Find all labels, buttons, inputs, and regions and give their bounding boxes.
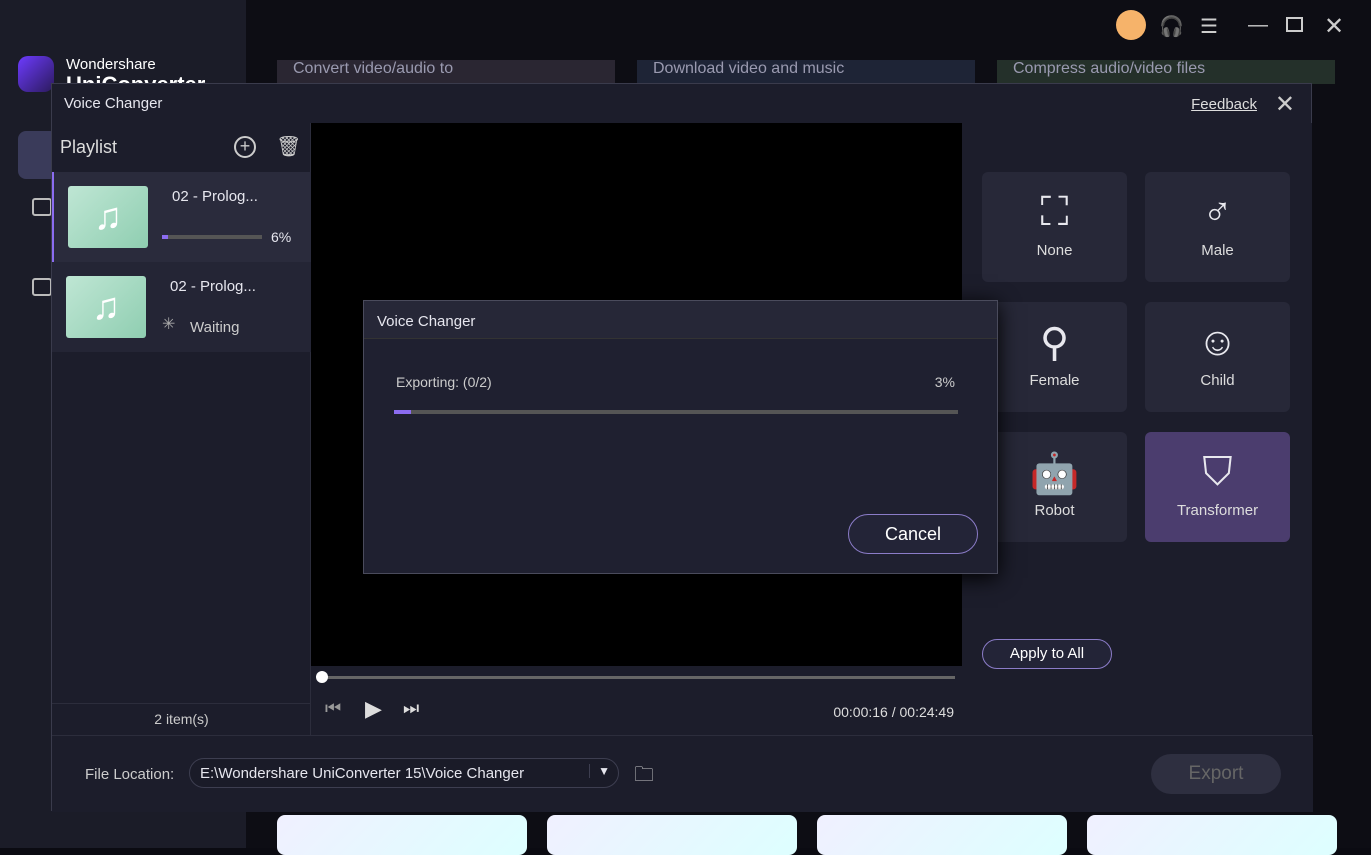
feature-card-convert[interactable]: Convert video/audio to bbox=[277, 60, 615, 84]
effect-label: Female bbox=[1029, 372, 1080, 389]
folder-icon[interactable] bbox=[32, 198, 52, 216]
footer: File Location: E:\Wondershare UniConvert… bbox=[52, 735, 1313, 812]
feature-card-compress[interactable]: Compress audio/video files bbox=[997, 60, 1335, 84]
transformer-icon: ⛉ bbox=[1202, 450, 1233, 494]
close-icon[interactable]: ✕ bbox=[1275, 90, 1295, 119]
export-button[interactable]: Export bbox=[1151, 754, 1281, 794]
list-item[interactable]: ♫ 02 - Prolog... ✳ Waiting bbox=[52, 262, 311, 352]
export-status: Exporting: (0/2) bbox=[396, 374, 492, 390]
effect-female[interactable]: ⚲ Female bbox=[982, 302, 1127, 412]
app-logo bbox=[18, 56, 54, 92]
effect-label: Male bbox=[1201, 242, 1234, 259]
headset-icon[interactable]: 🎧 bbox=[1159, 14, 1184, 39]
maximize-icon[interactable] bbox=[1286, 17, 1303, 32]
female-icon: ⚲ bbox=[1039, 321, 1070, 365]
effect-label: Child bbox=[1200, 372, 1235, 389]
playlist-panel: Playlist + 🗑 ♫ 02 - Prolog... 6% ♫ 02 - … bbox=[52, 123, 311, 735]
effect-male[interactable]: ♂ Male bbox=[1145, 172, 1290, 282]
bottom-card[interactable] bbox=[817, 815, 1067, 855]
male-icon: ♂ bbox=[1202, 190, 1233, 234]
effect-transformer[interactable]: ⛉ Transformer bbox=[1145, 432, 1290, 542]
robot-icon: 🤖 bbox=[1029, 452, 1080, 496]
file-location-label: File Location: bbox=[85, 766, 175, 783]
delete-icon[interactable]: 🗑 bbox=[276, 134, 301, 159]
effect-child[interactable]: ☺ Child bbox=[1145, 302, 1290, 412]
close-app-icon[interactable]: ✕ bbox=[1324, 12, 1344, 41]
export-percent: 3% bbox=[934, 374, 955, 390]
toolbox-icon[interactable] bbox=[32, 278, 52, 296]
minimize-icon[interactable]: — bbox=[1248, 14, 1268, 37]
bottom-card[interactable] bbox=[1087, 815, 1337, 855]
item-name: 02 - Prolog... bbox=[170, 278, 256, 295]
none-icon: ⛶ bbox=[1040, 190, 1069, 234]
playlist-title: Playlist bbox=[60, 137, 118, 157]
file-location-value: E:\Wondershare UniConverter 15\Voice Cha… bbox=[200, 765, 525, 782]
dialog-header: Voice Changer bbox=[364, 301, 997, 339]
bottom-card[interactable] bbox=[277, 815, 527, 855]
add-file-icon[interactable]: + bbox=[234, 136, 256, 158]
feedback-link[interactable]: Feedback bbox=[1191, 96, 1257, 113]
export-dialog: Voice Changer Exporting: (0/2) 3% Cancel bbox=[363, 300, 998, 574]
item-progress bbox=[162, 235, 262, 239]
open-folder-icon[interactable]: 🗀 bbox=[634, 760, 654, 794]
feature-card-download[interactable]: Download video and music bbox=[637, 60, 975, 84]
music-icon: ♫ bbox=[66, 276, 146, 338]
cancel-button[interactable]: Cancel bbox=[848, 514, 978, 554]
dialog-title: Voice Changer bbox=[377, 313, 476, 330]
bottom-card[interactable] bbox=[547, 815, 797, 855]
item-name: 02 - Prolog... bbox=[172, 188, 258, 205]
effect-robot[interactable]: 🤖 Robot bbox=[982, 432, 1127, 542]
avatar[interactable] bbox=[1116, 10, 1146, 40]
apply-to-all-button[interactable]: Apply to All bbox=[982, 639, 1112, 669]
menu-icon[interactable]: ☰ bbox=[1200, 14, 1218, 39]
play-icon[interactable]: ▶ bbox=[365, 696, 382, 722]
file-location-select[interactable]: E:\Wondershare UniConverter 15\Voice Cha… bbox=[189, 758, 619, 788]
time-display: 00:00:16 / 00:24:49 bbox=[833, 704, 954, 720]
brand-top: Wondershare bbox=[66, 56, 156, 73]
next-frame-icon[interactable]: ⏭ bbox=[403, 698, 419, 719]
list-item[interactable]: ♫ 02 - Prolog... 6% bbox=[52, 172, 311, 262]
spinner-icon: ✳ bbox=[162, 316, 176, 333]
effects-panel: ⛶ None ♂ Male ⚲ Female ☺ Child 🤖 Robot ⛉ Transforme… bbox=[962, 123, 1312, 735]
chevron-down-icon[interactable]: ▼ bbox=[589, 764, 610, 778]
effect-label: Robot bbox=[1034, 502, 1075, 519]
previous-frame-icon[interactable]: ⏮ bbox=[325, 698, 341, 719]
window-title: Voice Changer bbox=[64, 95, 163, 112]
item-status: 6% bbox=[271, 229, 292, 245]
player-controls: ⏮ ▶ ⏭ 00:00:16 / 00:24:49 bbox=[311, 666, 962, 735]
effect-label: Transformer bbox=[1176, 502, 1259, 519]
effect-label: None bbox=[1036, 242, 1073, 259]
effect-none[interactable]: ⛶ None bbox=[982, 172, 1127, 282]
music-icon: ♫ bbox=[68, 186, 148, 248]
seek-bar[interactable] bbox=[319, 676, 955, 679]
item-status: Waiting bbox=[190, 319, 240, 336]
item-count: 2 item(s) bbox=[52, 703, 311, 735]
seek-handle[interactable] bbox=[316, 671, 328, 683]
export-progress-bar bbox=[394, 410, 958, 414]
child-icon: ☺ bbox=[1197, 320, 1238, 364]
